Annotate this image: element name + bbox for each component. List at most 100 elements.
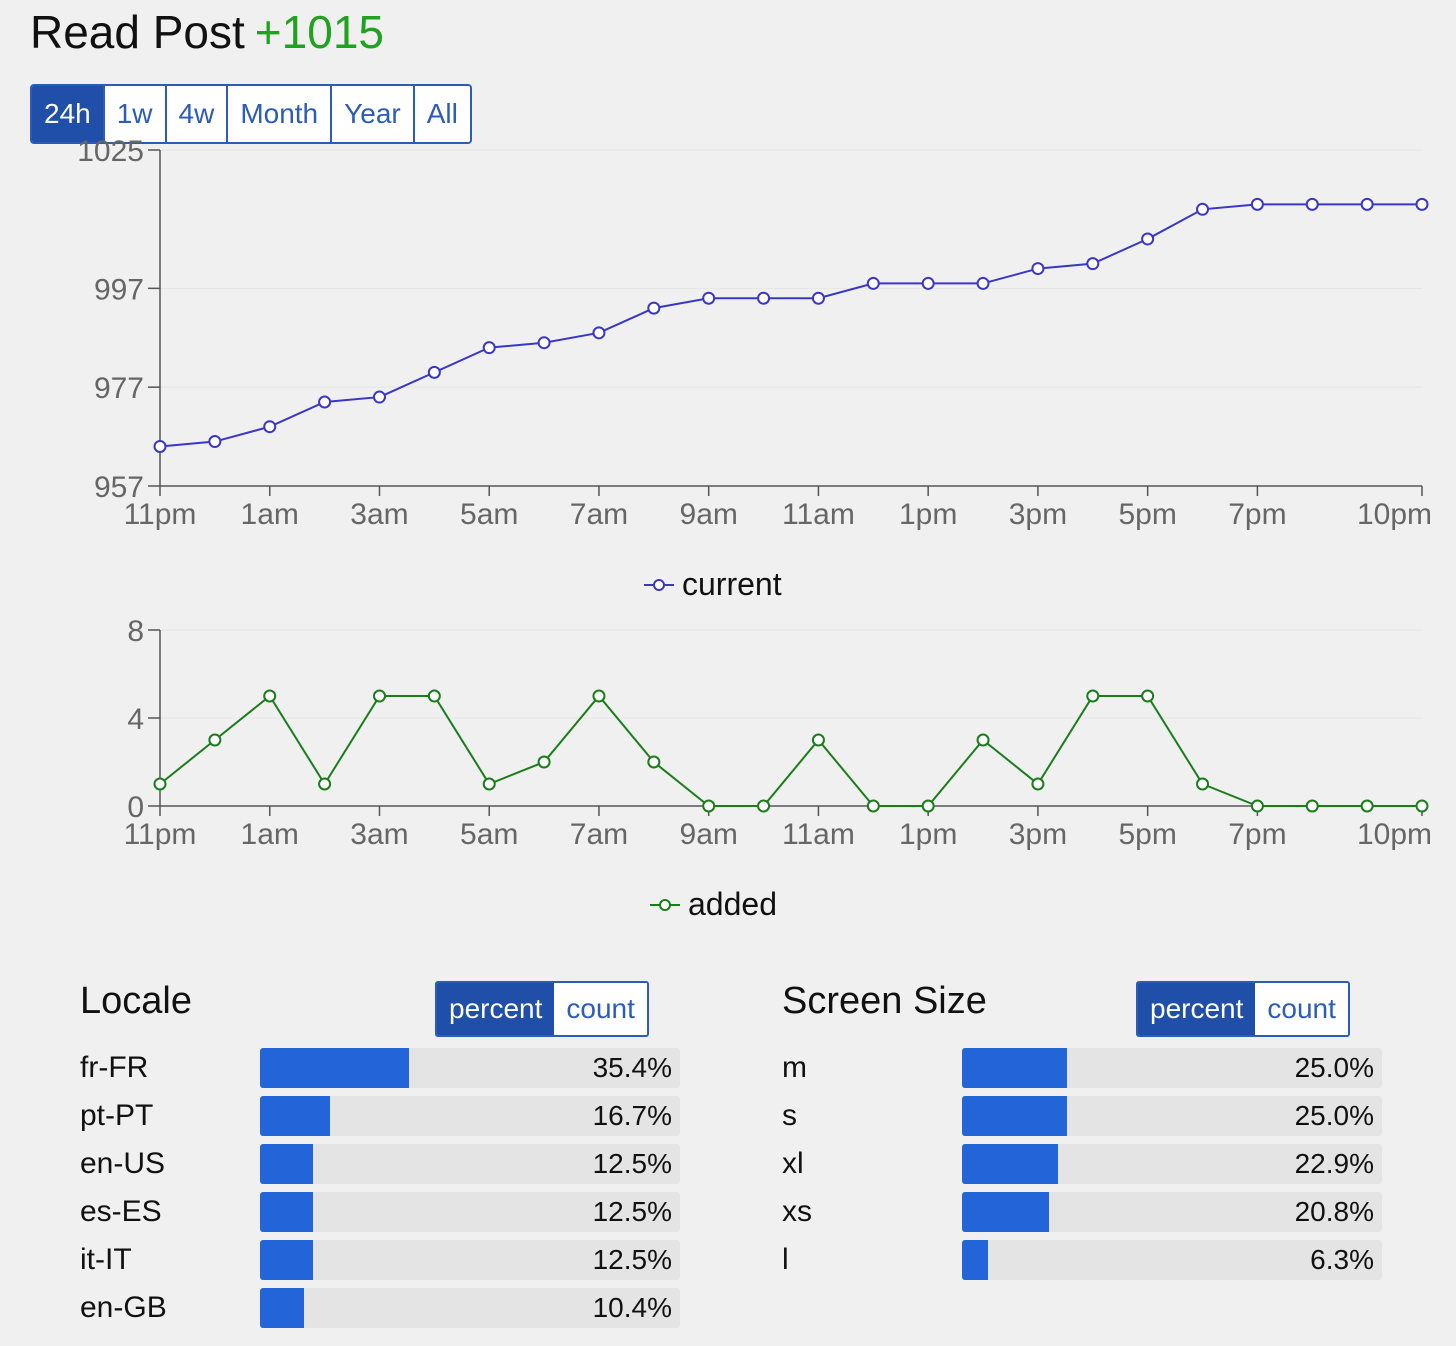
added-data-point <box>647 755 661 769</box>
current-data-point <box>318 395 332 409</box>
screen-size-bar-track: 25.0% <box>962 1096 1382 1136</box>
added-data-point <box>1086 689 1100 703</box>
added-legend-icon <box>650 898 680 911</box>
current-data-point <box>482 341 496 355</box>
x-tick-label: 5pm <box>1118 818 1176 851</box>
x-tick-label: 1pm <box>899 818 957 851</box>
screen-size-row: m 25.0% <box>782 1048 1382 1088</box>
locale-bar-track: 10.4% <box>260 1288 680 1328</box>
current-data-point <box>866 276 880 290</box>
screen-size-bar-fill <box>962 1192 1050 1232</box>
screen-size-bar-value: 20.8% <box>1294 1196 1374 1227</box>
added-data-point <box>1141 689 1155 703</box>
added-line-chart: 04811pm 1am 3am 5am 7am 9am 11am 1pm 3pm 5pm 7pm 10… <box>124 615 1432 851</box>
locale-row: en-US 12.5% <box>80 1144 680 1184</box>
screen-size-row: s 25.0% <box>782 1096 1382 1136</box>
current-data-point <box>263 420 277 434</box>
screen-size-count-button[interactable]: count <box>1255 983 1348 1035</box>
range-tab-4w[interactable]: 4w <box>166 86 229 142</box>
current-data-point <box>757 291 771 305</box>
x-tick-label: 1am <box>241 818 299 851</box>
added-data-point <box>537 755 551 769</box>
current-data-point <box>702 291 716 305</box>
range-tab-month[interactable]: Month <box>228 86 333 142</box>
screen-size-row-label: s <box>782 1099 797 1132</box>
added-data-point <box>1415 799 1429 813</box>
current-line-chart: 957977997102511pm 1am 3am 5am 7am 9am 11am 1pm 3… <box>77 135 1432 531</box>
added-data-point <box>1196 777 1210 791</box>
current-data-point <box>647 301 661 315</box>
x-tick-label: 9am <box>680 818 738 851</box>
current-data-point <box>1360 197 1374 211</box>
screen-size-bar-track: 20.8% <box>962 1192 1382 1232</box>
screen-size-percent-button[interactable]: percent <box>1138 983 1256 1035</box>
current-series-line <box>159 203 1422 448</box>
x-tick-label: 3am <box>350 818 408 851</box>
screen-size-row-label: l <box>782 1243 789 1276</box>
locale-bar-fill <box>260 1288 304 1328</box>
screen-size-toggle: percent count <box>1136 981 1350 1037</box>
screen-size-bar-value: 25.0% <box>1294 1100 1374 1131</box>
locale-bar-track: 12.5% <box>260 1192 680 1232</box>
added-data-point <box>1305 799 1319 813</box>
x-tick-label: 3pm <box>1009 498 1067 531</box>
current-data-point <box>1250 197 1264 211</box>
locale-row: en-GB 10.4% <box>80 1288 680 1328</box>
range-tab-1w[interactable]: 1w <box>104 86 167 142</box>
added-data-point <box>1360 799 1374 813</box>
locale-bar-track: 16.7% <box>260 1096 680 1136</box>
screen-size-bar-track: 6.3% <box>962 1240 1382 1280</box>
current-legend-label: current <box>682 566 782 602</box>
screen-size-row-label: m <box>782 1051 807 1084</box>
added-data-point <box>153 777 167 791</box>
x-tick-label: 7am <box>570 498 628 531</box>
screen-size-row-label: xs <box>782 1195 812 1228</box>
added-data-point <box>921 799 935 813</box>
current-data-point <box>592 326 606 340</box>
range-tab-24h[interactable]: 24h <box>32 86 105 142</box>
locale-bar-track: 12.5% <box>260 1144 680 1184</box>
screen-size-title: Screen Size <box>782 980 987 1022</box>
locale-row: pt-PT 16.7% <box>80 1096 680 1136</box>
screen-size-bar-fill <box>962 1144 1059 1184</box>
x-tick-label: 10pm <box>1357 498 1432 531</box>
screen-size-bar-value: 22.9% <box>1294 1148 1374 1179</box>
added-data-point <box>318 777 332 791</box>
range-tab-year[interactable]: Year <box>332 86 415 142</box>
range-tab-all[interactable]: All <box>414 86 470 142</box>
locale-bar-value: 10.4% <box>592 1292 672 1323</box>
current-data-point <box>1086 257 1100 271</box>
locale-bar-fill <box>260 1240 313 1280</box>
added-data-point <box>372 689 386 703</box>
locale-count-button[interactable]: count <box>554 983 647 1035</box>
x-tick-label: 11pm <box>124 498 197 531</box>
locale-percent-button[interactable]: percent <box>437 983 555 1035</box>
locale-bar-fill <box>260 1192 313 1232</box>
added-data-point <box>482 777 496 791</box>
screen-size-bar-track: 25.0% <box>962 1048 1382 1088</box>
locale-title: Locale <box>80 980 192 1022</box>
current-data-point <box>537 336 551 350</box>
current-data-point <box>1305 197 1319 211</box>
current-data-point <box>208 435 222 449</box>
y-tick-label: 1025 <box>77 135 144 168</box>
x-tick-label: 3pm <box>1009 818 1067 851</box>
added-legend: added <box>650 886 777 923</box>
screen-size-bar-fill <box>962 1096 1067 1136</box>
added-data-point <box>592 689 606 703</box>
added-data-point <box>702 799 716 813</box>
added-data-point <box>208 733 222 747</box>
locale-bar-value: 12.5% <box>592 1196 672 1227</box>
current-legend: current <box>644 566 782 603</box>
locale-bar-track: 35.4% <box>260 1048 680 1088</box>
x-tick-label: 11am <box>782 498 855 531</box>
y-tick-label: 8 <box>127 615 144 648</box>
added-data-point <box>1031 777 1045 791</box>
delta-value: +1015 <box>254 6 384 58</box>
current-data-point <box>153 439 167 453</box>
added-data-point <box>811 733 825 747</box>
page-title: Read Post +1015 <box>30 4 384 60</box>
x-tick-label: 3am <box>350 498 408 531</box>
y-tick-label: 4 <box>127 703 144 736</box>
y-tick-label: 997 <box>94 273 144 306</box>
